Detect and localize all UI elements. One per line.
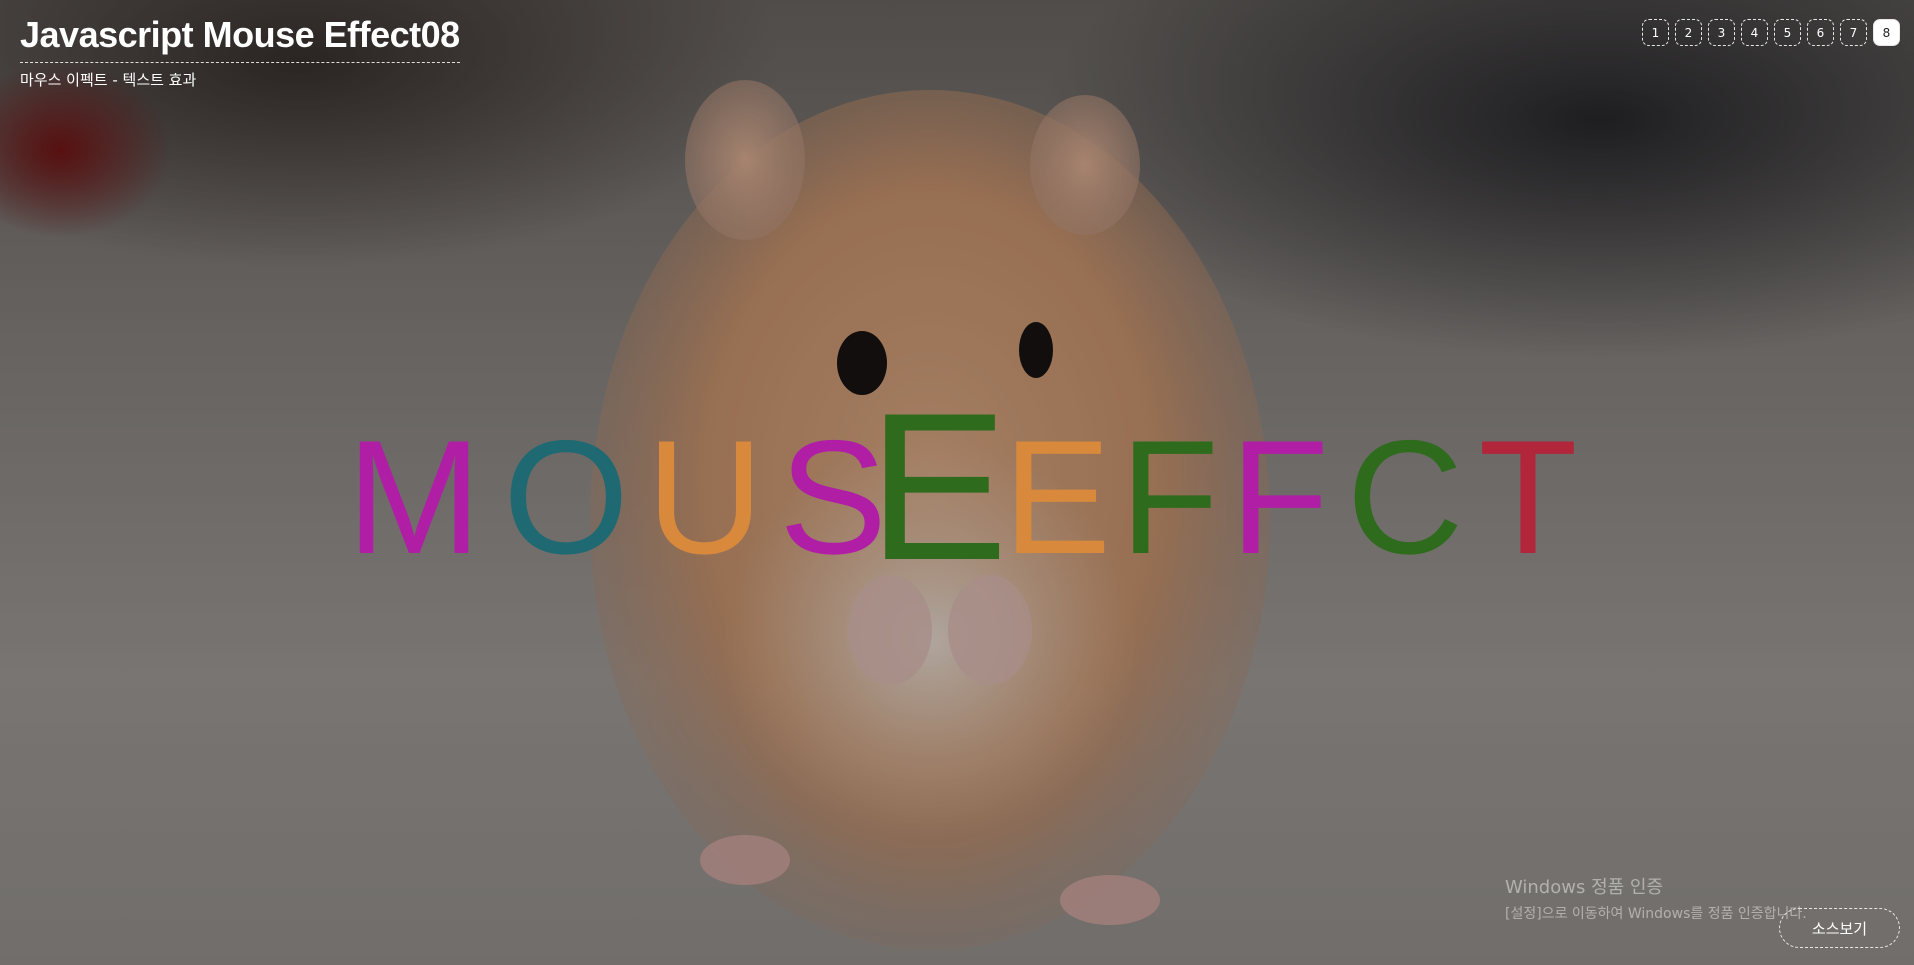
effect-letter[interactable]: T xyxy=(1478,417,1578,579)
effect-letter[interactable]: M xyxy=(344,417,484,579)
view-source-button[interactable]: 소스보기 xyxy=(1779,908,1900,948)
effect-letter[interactable]: F xyxy=(1120,417,1219,579)
effect-letter[interactable]: C xyxy=(1340,417,1470,579)
page-background: Javascript Mouse Effect08 마우스 이펙트 - 텍스트 … xyxy=(0,0,1914,965)
effect-letter[interactable]: O xyxy=(492,417,640,579)
mouse-effect-text: M O U S E E F F C T xyxy=(0,0,1914,965)
effect-letter-hovered[interactable]: E xyxy=(868,382,1008,592)
effect-letter[interactable]: F xyxy=(1230,417,1329,579)
effect-letter[interactable]: U xyxy=(642,417,768,579)
watermark-subtitle: [설정]으로 이동하여 Windows를 정품 인증합니다. xyxy=(1505,906,1807,922)
effect-letter[interactable]: E xyxy=(1003,417,1111,579)
windows-activation-watermark: Windows 정품 인증 [설정]으로 이동하여 Windows를 정품 인증… xyxy=(1505,873,1807,923)
watermark-title: Windows 정품 인증 xyxy=(1505,877,1664,898)
